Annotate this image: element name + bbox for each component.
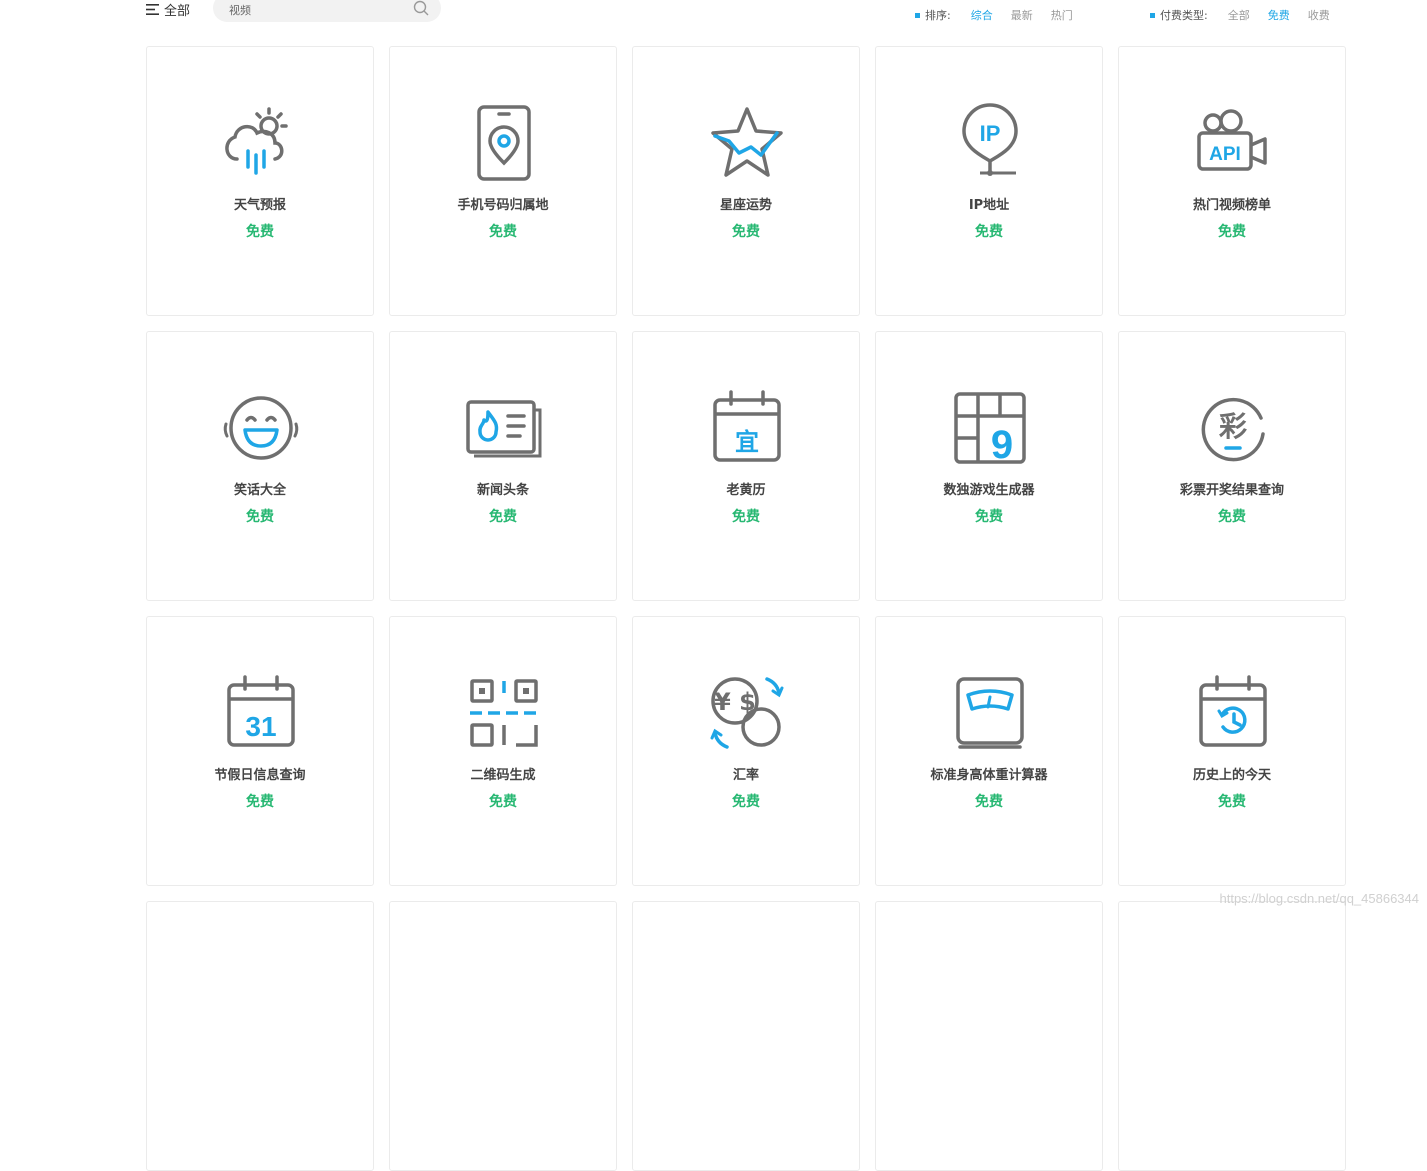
- history-calendar-icon: [1199, 675, 1267, 747]
- api-card-almanac[interactable]: 宜 老黄历 免费: [632, 331, 860, 601]
- api-card-name: 老黄历: [726, 483, 766, 498]
- pay-option-free[interactable]: 免费: [1268, 7, 1290, 23]
- api-card-name: 热门视频榜单: [1192, 198, 1271, 213]
- phone-location-icon: [477, 105, 531, 181]
- api-card-today-in-history[interactable]: 历史上的今天 免费: [1118, 616, 1346, 886]
- sort-bullet: [915, 12, 920, 18]
- api-card-horoscope[interactable]: 星座运势 免费: [632, 46, 860, 316]
- api-card-name: 标准身高体重计算器: [930, 768, 1048, 783]
- api-card-holiday[interactable]: 31 节假日信息查询 免费: [146, 616, 374, 886]
- api-card-name: 手机号码归属地: [457, 198, 549, 213]
- lottery-icon-text: 彩: [1219, 410, 1247, 443]
- pay-option-all[interactable]: 全部: [1228, 7, 1250, 23]
- api-card-phone-location[interactable]: 手机号码归属地 免费: [389, 46, 617, 316]
- api-card-partial[interactable]: [875, 901, 1103, 1171]
- api-card-name: 节假日信息查询: [214, 768, 306, 783]
- api-card-name: 彩票开奖结果查询: [1179, 483, 1284, 498]
- api-card-partial[interactable]: [146, 901, 374, 1171]
- api-card-name: 历史上的今天: [1192, 768, 1271, 783]
- api-card-name: 天气预报: [233, 198, 286, 213]
- sort-option-comprehensive[interactable]: 综合: [971, 7, 993, 23]
- api-card-name: IP地址: [968, 198, 1010, 213]
- search-box[interactable]: [213, 0, 441, 22]
- watermark-text: https://blog.csdn.net/qq_45866344: [1219, 891, 1420, 906]
- api-card-price: 免费: [975, 224, 1003, 240]
- laughing-face-icon: [223, 396, 299, 460]
- pay-type-bullet: [1150, 12, 1155, 18]
- all-categories-label: 全部: [164, 4, 191, 19]
- sudoku-icon-text: 9: [991, 423, 1013, 467]
- api-card-ip-address[interactable]: IP IP地址 免费: [875, 46, 1103, 316]
- pay-option-paid[interactable]: 收费: [1308, 7, 1330, 23]
- api-card-price: 免费: [246, 794, 274, 810]
- api-card-price: 免费: [732, 509, 760, 525]
- holiday-icon-text: 31: [245, 711, 276, 742]
- scale-icon: [956, 677, 1024, 749]
- menu-icon: [146, 4, 159, 15]
- api-card-price: 免费: [489, 224, 517, 240]
- api-card-news[interactable]: 新闻头条 免费: [389, 331, 617, 601]
- sort-option-latest[interactable]: 最新: [1011, 7, 1033, 23]
- api-card-height-weight[interactable]: 标准身高体重计算器 免费: [875, 616, 1103, 886]
- api-card-price: 免费: [975, 509, 1003, 525]
- api-card-price: 免费: [489, 794, 517, 810]
- api-card-price: 免费: [732, 794, 760, 810]
- api-card-price: 免费: [246, 509, 274, 525]
- api-card-partial[interactable]: [389, 901, 617, 1171]
- currency-icon-text: ¥ $: [714, 688, 756, 716]
- api-card-weather[interactable]: 天气预报 免费: [146, 46, 374, 316]
- almanac-icon-text: 宜: [735, 428, 759, 456]
- sort-option-hot[interactable]: 热门: [1051, 7, 1073, 23]
- api-card-name: 笑话大全: [233, 483, 286, 498]
- api-card-exchange-rate[interactable]: ¥ $ 汇率 免费: [632, 616, 860, 886]
- api-card-name: 汇率: [732, 768, 759, 783]
- api-card-sudoku[interactable]: 9 数独游戏生成器 免费: [875, 331, 1103, 601]
- holiday-calendar-icon: 31: [227, 675, 295, 747]
- search-input[interactable]: [227, 0, 407, 22]
- search-icon[interactable]: [413, 0, 429, 16]
- api-card-price: 免费: [489, 509, 517, 525]
- sort-filter: 排序: 综合 最新 热门: [915, 7, 1073, 23]
- api-card-jokes[interactable]: 笑话大全 免费: [146, 331, 374, 601]
- ip-location-icon: IP: [962, 103, 1018, 176]
- almanac-calendar-icon: 宜: [713, 390, 781, 462]
- weather-icon: [225, 107, 288, 175]
- pay-type-label: 付费类型:: [1160, 9, 1208, 22]
- all-categories-button[interactable]: 全部: [146, 0, 190, 19]
- video-camera-icon: API: [1197, 109, 1267, 171]
- pay-type-filter: 付费类型: 全部 免费 收费: [1150, 7, 1330, 23]
- api-card-price: 免费: [1218, 509, 1246, 525]
- api-card-price: 免费: [1218, 794, 1246, 810]
- api-card-lottery[interactable]: 彩 彩票开奖结果查询 免费: [1118, 331, 1346, 601]
- api-icon-text: API: [1209, 144, 1241, 165]
- api-card-price: 免费: [732, 224, 760, 240]
- exchange-rate-icon: ¥ $: [710, 677, 784, 749]
- api-card-qr-code[interactable]: 二维码生成 免费: [389, 616, 617, 886]
- api-card-name: 数独游戏生成器: [943, 483, 1035, 498]
- api-card-hot-video[interactable]: API 热门视频榜单 免费: [1118, 46, 1346, 316]
- sudoku-icon: 9: [954, 392, 1026, 467]
- sort-label: 排序:: [925, 9, 951, 22]
- newspaper-icon: [466, 400, 542, 458]
- api-card-price: 免费: [1218, 224, 1246, 240]
- api-card-price: 免费: [246, 224, 274, 240]
- top-bar: 全部 排序: 综合 最新 热门 付费类型: 全部 免费 收费: [0, 0, 1427, 30]
- api-card-name: 星座运势: [719, 198, 772, 213]
- star-icon: [711, 107, 783, 177]
- api-card-name: 新闻头条: [476, 483, 529, 498]
- qr-code-icon: [470, 679, 538, 747]
- lottery-icon: 彩: [1201, 397, 1265, 462]
- ip-icon-text: IP: [980, 121, 1001, 146]
- api-card-partial[interactable]: [1118, 901, 1346, 1171]
- api-card-price: 免费: [975, 794, 1003, 810]
- api-card-name: 二维码生成: [470, 768, 536, 783]
- api-card-partial[interactable]: [632, 901, 860, 1171]
